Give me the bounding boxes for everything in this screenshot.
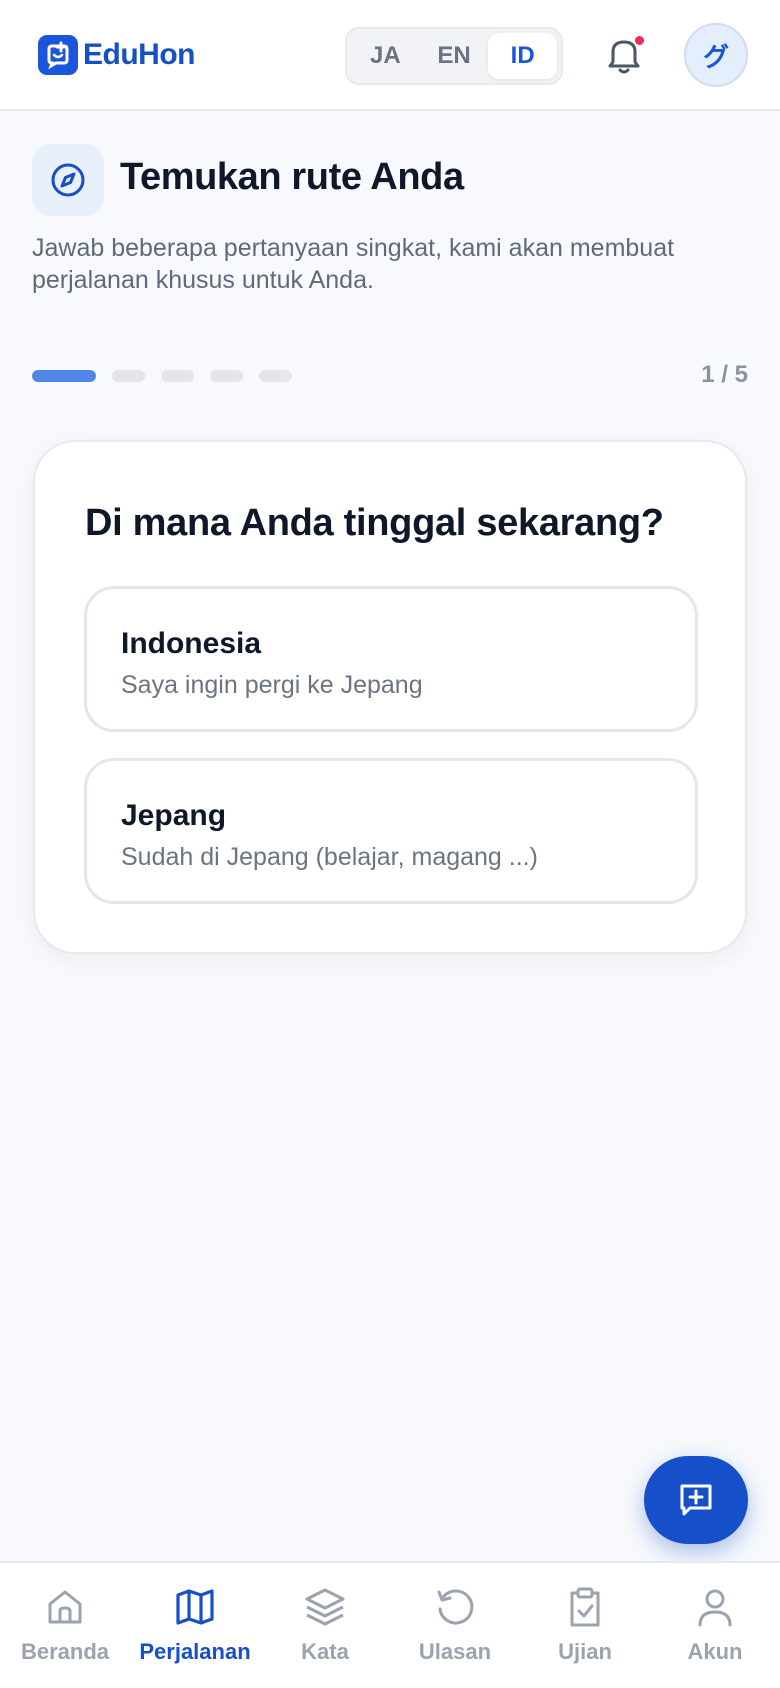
home-icon — [48, 1590, 82, 1624]
message-plus-icon — [680, 1484, 712, 1516]
option-description: Sudah di Jepang (belajar, magang ...) — [121, 843, 538, 871]
nav-item-beranda[interactable]: Beranda — [0, 1563, 130, 1688]
progress-step-2 — [112, 370, 145, 382]
brand-name: EduHon — [83, 38, 195, 71]
top-header: EduHon JA EN ID グ — [0, 0, 780, 111]
nav-item-perjalanan[interactable]: Perjalanan — [130, 1563, 260, 1688]
brand-logo[interactable]: EduHon — [38, 34, 195, 76]
map-icon — [176, 1589, 214, 1625]
question-text: Di mana Anda tinggal sekarang? — [85, 502, 664, 544]
nav-label: Ujian — [558, 1639, 612, 1664]
nav-item-ulasan[interactable]: Ulasan — [390, 1563, 520, 1688]
progress-step-5 — [259, 370, 292, 382]
step-progress — [32, 370, 292, 382]
progress-step-1 — [32, 370, 96, 382]
step-counter: 1 / 5 — [701, 361, 748, 388]
lang-option-en[interactable]: EN — [420, 33, 489, 79]
option-title: Jepang — [121, 799, 227, 832]
compass-icon — [32, 144, 104, 216]
progress-step-4 — [210, 370, 243, 382]
layers-icon — [305, 1588, 345, 1626]
nav-item-ujian[interactable]: Ujian — [520, 1563, 650, 1688]
nav-label: Akun — [687, 1639, 743, 1664]
logo-icon — [38, 35, 78, 75]
nav-label: Ulasan — [418, 1639, 492, 1664]
bottom-navigation: Beranda Perjalanan Kata Ulasan Ujian Aku… — [0, 1561, 780, 1688]
option-description: Saya ingin pergi ke Jepang — [121, 671, 423, 699]
lang-option-ja[interactable]: JA — [351, 33, 420, 79]
user-icon — [698, 1589, 732, 1627]
clipboard-check-icon — [570, 1587, 600, 1627]
page-title: Temukan rute Anda — [120, 156, 464, 198]
lang-option-id[interactable]: ID — [488, 33, 558, 79]
option-jepang[interactable]: Jepang Sudah di Jepang (belajar, magang … — [84, 758, 698, 904]
nav-item-akun[interactable]: Akun — [650, 1563, 780, 1688]
nav-label: Beranda — [20, 1639, 110, 1664]
question-card: Di mana Anda tinggal sekarang? Indonesia… — [33, 440, 747, 954]
nav-label: Kata — [301, 1639, 349, 1664]
new-chat-button[interactable] — [644, 1456, 748, 1544]
notification-dot — [633, 34, 646, 47]
nav-item-kata[interactable]: Kata — [260, 1563, 390, 1688]
history-icon — [437, 1589, 474, 1625]
nav-label: Perjalanan — [139, 1639, 251, 1664]
option-indonesia[interactable]: Indonesia Saya ingin pergi ke Jepang — [84, 586, 698, 732]
progress-step-3 — [161, 370, 194, 382]
page-subtitle: Jawab beberapa pertanyaan singkat, kami … — [32, 234, 675, 294]
avatar[interactable]: グ — [684, 23, 748, 87]
option-title: Indonesia — [121, 627, 262, 660]
language-switcher: JA EN ID — [345, 27, 563, 85]
